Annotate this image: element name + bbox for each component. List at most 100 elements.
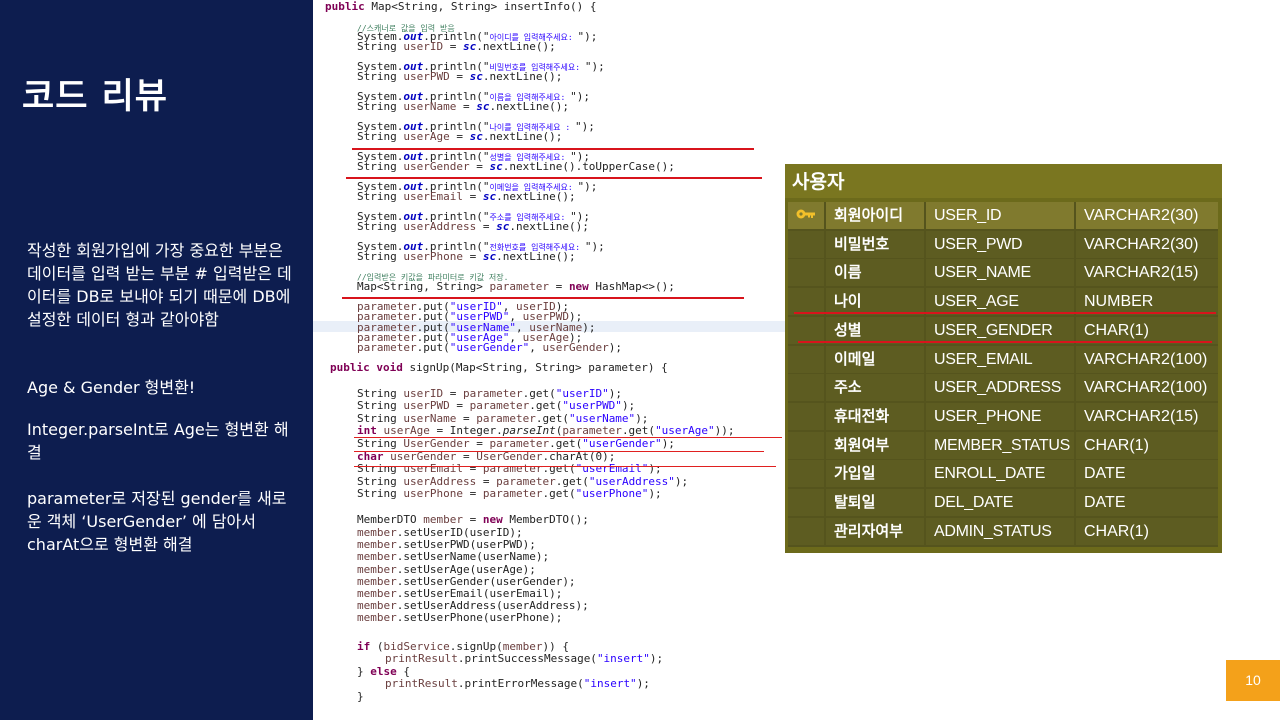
db-table-row: 비밀번호 USER_PWD VARCHAR2(30): [788, 230, 1218, 260]
db-column-label: 탈퇴일: [826, 489, 924, 516]
code-line: member.setUserGender(userGender);: [357, 574, 576, 588]
db-table-title: 사용자: [792, 171, 845, 193]
db-column-name: USER_ADDRESS: [926, 374, 1074, 402]
db-table-row: 주소 USER_ADDRESS VARCHAR2(100): [788, 374, 1218, 403]
db-column-name: DEL_DATE: [926, 489, 1074, 516]
code-line: } else {: [357, 665, 410, 678]
db-column-type: VARCHAR2(100): [1076, 374, 1218, 402]
db-column-name: USER_PWD: [926, 230, 1074, 258]
db-column-label: 이메일: [826, 345, 924, 373]
db-row-icon-cell: [788, 402, 824, 430]
db-column-label: 성별: [826, 316, 924, 344]
red-underline: [354, 466, 776, 467]
code-line: String userAge = sc.nextLine();: [357, 130, 563, 143]
code-line: member.setUserPhone(userPhone);: [357, 611, 563, 625]
db-column-type: DATE: [1076, 489, 1218, 516]
code-line: }: [357, 690, 364, 703]
code-line: String userAddress = sc.nextLine();: [357, 220, 589, 233]
db-column-name: USER_NAME: [926, 259, 1074, 287]
note-paragraph: Age & Gender 형변환!: [27, 378, 196, 397]
db-row-icon-cell: [788, 374, 824, 402]
db-table-row: 관리자여부 ADMIN_STATUS CHAR(1): [788, 517, 1218, 547]
code-method-signature: public void signUp(Map<String, String> p…: [330, 361, 668, 374]
db-row-icon-cell: [788, 517, 824, 545]
db-table-header: [785, 164, 1222, 198]
code-line: member.setUserPWD(userPWD);: [357, 538, 536, 552]
code-line: printResult.printSuccessMessage("insert"…: [385, 652, 664, 665]
note-paragraph: parameter로 저장된 gender를 새로운 객체 ‘UserGende…: [27, 489, 287, 554]
page-number-badge: 10: [1226, 660, 1280, 701]
db-column-label: 주소: [826, 374, 924, 402]
db-table-grid: 회원아이디 USER_ID VARCHAR2(30) 비밀번호 USER_PWD VARC…: [788, 202, 1218, 547]
red-underline: [352, 148, 754, 150]
db-table: 사용자 회원아이디 USER_ID VARCHAR2(30) 비밀번호 USER_PWD…: [785, 164, 1222, 553]
red-underline: [354, 451, 764, 452]
db-table-row: 이름 USER_NAME VARCHAR2(15): [788, 259, 1218, 288]
code-line: char userGender = UserGender.charAt(0);: [357, 450, 616, 463]
note-paragraph: Integer.parseInt로 Age는 형변환 해결: [27, 420, 289, 462]
db-column-label: 이름: [826, 259, 924, 287]
db-column-label: 비밀번호: [826, 230, 924, 258]
key-icon: [796, 209, 815, 219]
db-table-row: 회원여부 MEMBER_STATUS CHAR(1): [788, 431, 1218, 461]
code-method-signature: public Map<String, String> insertInfo() …: [325, 0, 597, 13]
db-row-icon-cell: [788, 489, 824, 516]
db-column-label: 가입일: [826, 460, 924, 488]
code-line: String userPWD = parameter.get("userPWD"…: [357, 399, 636, 413]
code-line: String userEmail = sc.nextLine();: [357, 190, 576, 203]
db-column-label: 회원아이디: [826, 202, 924, 229]
note-paragraph: 작성한 회원가입에 가장 중요한 부분은 데이터를 입력 받는 부분 # 입력받…: [27, 241, 292, 329]
red-underline: [794, 312, 1216, 314]
red-underline: [798, 341, 1212, 343]
code-line: String userID = parameter.get("userID");: [357, 387, 622, 400]
db-table-row: 휴대전화 USER_PHONE VARCHAR2(15): [788, 402, 1218, 432]
red-underline: [342, 297, 744, 299]
db-column-name: USER_GENDER: [926, 316, 1074, 344]
code-line: String userEmail = parameter.get("userEm…: [357, 462, 662, 475]
db-column-type: CHAR(1): [1076, 316, 1218, 344]
code-line: member.setUserAge(userAge);: [357, 562, 536, 576]
code-line: String userName = parameter.get("userNam…: [357, 411, 649, 425]
db-column-type: VARCHAR2(15): [1076, 402, 1218, 430]
code-line: Map<String, String> parameter = new Hash…: [357, 280, 675, 293]
code-line: MemberDTO member = new MemberDTO();: [357, 513, 589, 526]
code-line: String userPhone = parameter.get("userPh…: [357, 487, 662, 500]
red-underline: [346, 177, 762, 179]
db-column-type: CHAR(1): [1076, 431, 1218, 459]
db-table-row: 탈퇴일 DEL_DATE DATE: [788, 489, 1218, 518]
db-column-type: VARCHAR2(30): [1076, 202, 1218, 229]
db-column-type: CHAR(1): [1076, 517, 1218, 545]
db-column-label: 휴대전화: [826, 402, 924, 430]
code-line: int userAge = Integer.parseInt(parameter…: [357, 424, 735, 437]
db-column-label: 회원여부: [826, 431, 924, 459]
db-row-icon-cell: [788, 460, 824, 488]
db-column-label: 관리자여부: [826, 517, 924, 545]
code-line: String UserGender = parameter.get("userG…: [357, 437, 675, 450]
db-column-name: MEMBER_STATUS: [926, 431, 1074, 459]
db-table-row: 가입일 ENROLL_DATE DATE: [788, 460, 1218, 489]
db-row-icon-cell: [788, 316, 824, 344]
code-line: String userPWD = sc.nextLine();: [357, 70, 563, 83]
db-column-type: VARCHAR2(100): [1076, 345, 1218, 373]
code-line: String userPhone = sc.nextLine();: [357, 250, 576, 263]
db-column-type: DATE: [1076, 460, 1218, 488]
code-line: member.setUserName(userName);: [357, 550, 550, 564]
code-line: member.setUserID(userID);: [357, 526, 523, 539]
db-column-type: VARCHAR2(15): [1076, 259, 1218, 287]
db-column-name: USER_PHONE: [926, 402, 1074, 430]
code-line: parameter.put("userGender", userGender);: [357, 341, 622, 355]
db-table-row: 이메일 USER_EMAIL VARCHAR2(100): [788, 345, 1218, 375]
db-column-type: VARCHAR2(30): [1076, 230, 1218, 258]
db-row-icon-cell: [788, 345, 824, 373]
db-column-name: USER_EMAIL: [926, 345, 1074, 373]
code-line: member.setUserAddress(userAddress);: [357, 599, 589, 613]
db-row-icon-cell: [788, 230, 824, 258]
db-column-name: USER_ID: [926, 202, 1074, 229]
db-row-icon-cell: [788, 202, 824, 229]
code-line: String userID = sc.nextLine();: [357, 40, 556, 53]
db-column-name: ENROLL_DATE: [926, 460, 1074, 488]
red-underline: [354, 437, 782, 438]
db-table-row: 회원아이디 USER_ID VARCHAR2(30): [788, 202, 1218, 231]
db-row-icon-cell: [788, 259, 824, 287]
code-line: String userGender = sc.nextLine().toUppe…: [357, 160, 675, 173]
